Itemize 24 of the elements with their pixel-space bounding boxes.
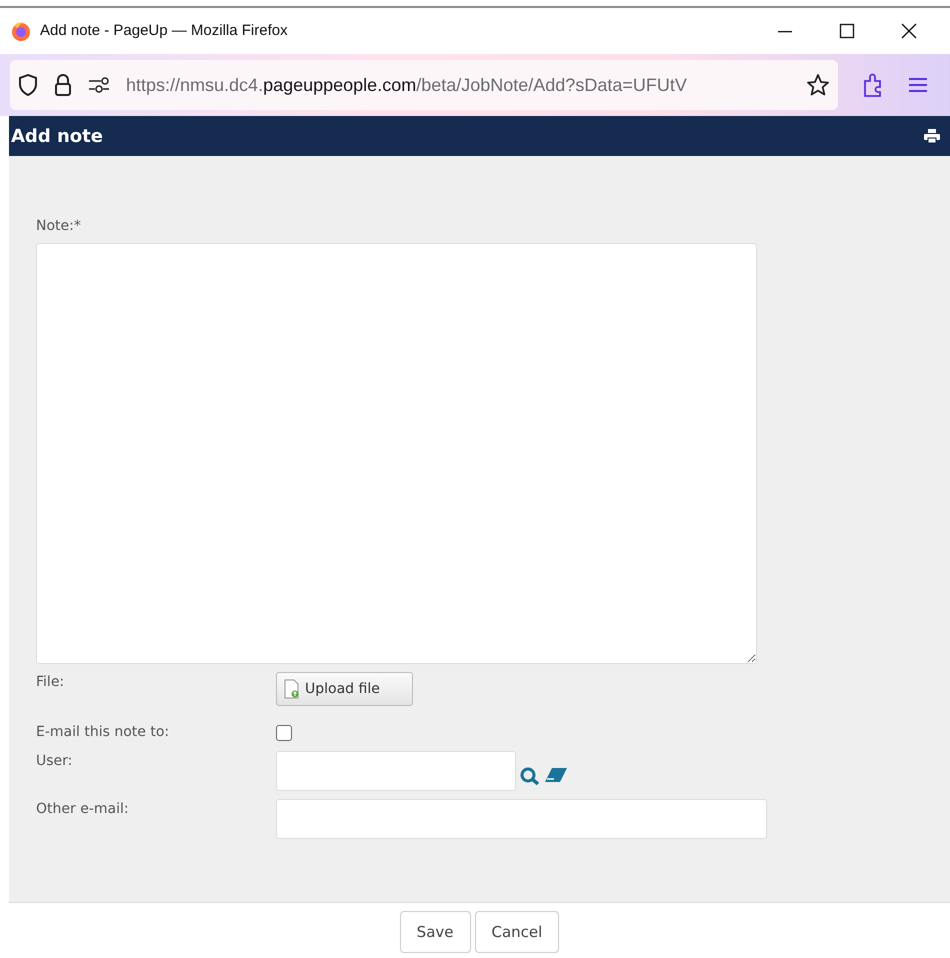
footer-button[interactable]: Save	[400, 911, 470, 953]
field-label: User:	[36, 752, 74, 771]
lock-icon[interactable]	[54, 74, 72, 96]
email-checkbox[interactable]	[276, 724, 292, 740]
menu-icon[interactable]	[908, 76, 928, 94]
extensions-icon[interactable]	[862, 73, 884, 97]
other-email-input[interactable]	[276, 799, 767, 839]
browser-logo-icon	[10, 20, 32, 42]
field-label: E-mail this note to:	[36, 723, 170, 742]
star-icon[interactable]	[806, 73, 830, 97]
window-title: Add note - PageUp — Mozilla Firefox	[40, 20, 289, 41]
eraser-icon[interactable]	[544, 767, 568, 783]
upload-file-button[interactable]: Upload file	[276, 672, 413, 706]
footer-button[interactable]: Cancel	[474, 911, 560, 953]
search-icon[interactable]	[520, 767, 540, 785]
field-label: Other e-mail:	[36, 800, 130, 819]
print-icon[interactable]	[924, 129, 940, 143]
shield-icon[interactable]	[18, 74, 38, 96]
user-input[interactable]	[276, 751, 516, 791]
file-upload-icon	[283, 679, 301, 699]
permissions-icon[interactable]	[88, 77, 110, 93]
page-title: Add note	[11, 124, 103, 148]
field-label: File:	[36, 673, 66, 692]
field-label: Note:*	[36, 217, 82, 236]
